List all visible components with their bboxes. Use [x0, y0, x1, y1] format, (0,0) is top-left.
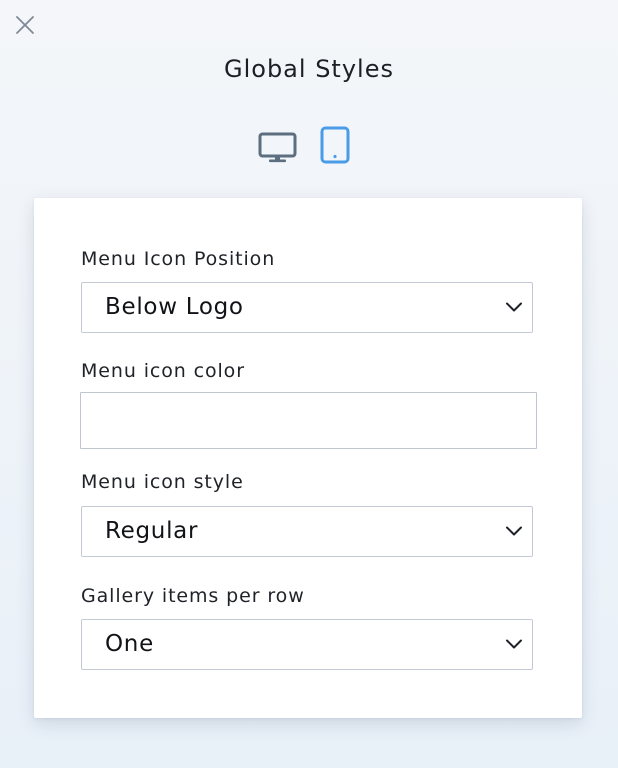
- desktop-view-button[interactable]: [258, 132, 298, 164]
- menu-icon-position-value: Below Logo: [105, 294, 244, 320]
- tablet-icon: [320, 126, 350, 164]
- close-icon: [16, 16, 34, 34]
- close-button[interactable]: [12, 12, 38, 38]
- menu-icon-style-value: Regular: [105, 518, 199, 544]
- chevron-down-icon: [505, 637, 523, 651]
- styles-card: Menu Icon Position Below Logo Menu icon …: [34, 198, 582, 718]
- desktop-monitor-icon: [258, 132, 297, 163]
- gallery-items-per-row-value: One: [105, 631, 154, 657]
- gallery-items-per-row-select[interactable]: One: [81, 619, 533, 670]
- menu-icon-position-select[interactable]: Below Logo: [81, 282, 533, 333]
- menu-icon-style-label: Menu icon style: [81, 471, 244, 493]
- gallery-items-per-row-label: Gallery items per row: [81, 585, 305, 607]
- tablet-view-button[interactable]: [320, 126, 350, 164]
- device-switch: [258, 126, 362, 166]
- menu-icon-color-input[interactable]: [80, 392, 537, 449]
- page-title: Global Styles: [224, 55, 394, 83]
- chevron-down-icon: [505, 300, 523, 314]
- menu-icon-style-select[interactable]: Regular: [81, 506, 533, 557]
- menu-icon-color-label: Menu icon color: [81, 360, 245, 382]
- menu-icon-position-label: Menu Icon Position: [81, 248, 276, 270]
- chevron-down-icon: [505, 524, 523, 538]
